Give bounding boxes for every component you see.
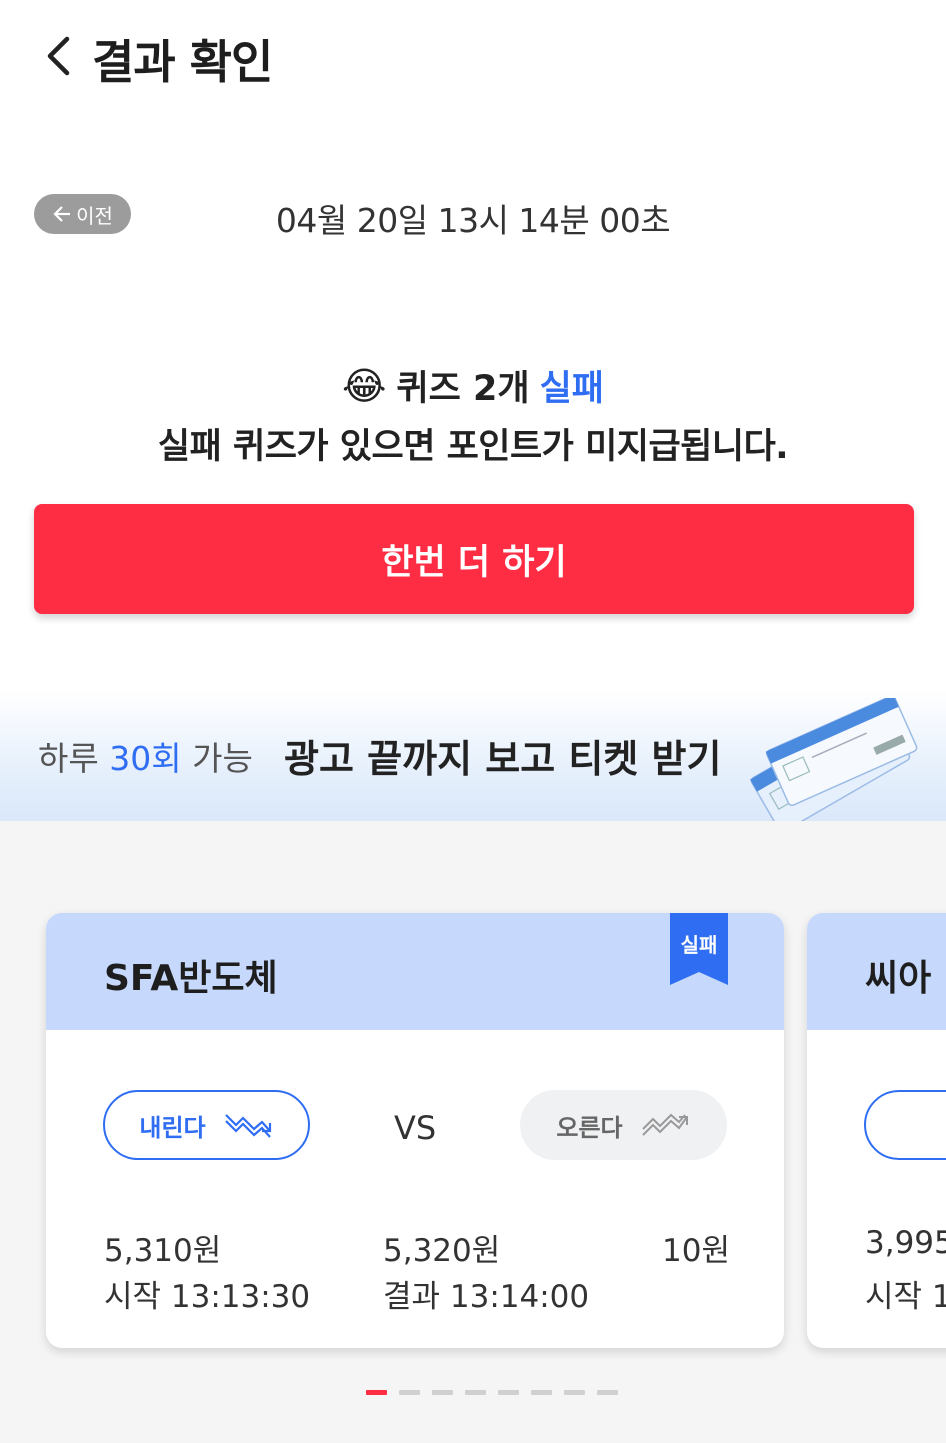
prediction-card: SFA반도체 실패 내린다 VS 오른다 5,310원 시작 13:13:30 … <box>46 913 784 1348</box>
price-diff: 10원 <box>662 1233 730 1269</box>
vs-label: VS <box>394 1109 437 1147</box>
up-choice-button[interactable]: 오른다 <box>520 1090 727 1160</box>
page-title: 결과 확인 <box>92 35 273 89</box>
result-price: 5,320원 <box>383 1233 501 1269</box>
down-choice-button[interactable]: 내린다 <box>103 1090 310 1160</box>
result-timestamp: 04월 20일 13시 14분 00초 <box>275 201 671 240</box>
laughing-tears-emoji-icon: 😂 <box>342 363 387 408</box>
chevron-left-icon <box>47 36 70 76</box>
point-notice: 실패 퀴즈가 있으면 포인트가 미지급됩니다. <box>157 427 789 467</box>
pager-dot[interactable] <box>432 1390 453 1395</box>
start-time: 시작 13:13:30 <box>104 1279 311 1315</box>
up-choice-label: 오른다 <box>556 1113 623 1142</box>
top-bar: 결과 확인 <box>0 0 946 120</box>
start-price: 3,995 <box>865 1225 946 1261</box>
pager-dot[interactable] <box>597 1390 618 1395</box>
ticket-icon <box>750 698 918 821</box>
pager-dot[interactable] <box>366 1390 387 1395</box>
start-price: 5,310원 <box>104 1233 222 1269</box>
fail-badge: 실패 <box>670 913 728 985</box>
ad-limit-text: 하루 30회 가능 <box>38 732 253 780</box>
ad-sub-prefix: 하루 <box>38 739 99 778</box>
card-header: 씨아 <box>807 913 946 1030</box>
result-time: 결과 13:14:00 <box>383 1279 590 1315</box>
pager-dot[interactable] <box>531 1390 552 1395</box>
ad-count: 30회 <box>109 739 182 778</box>
trend-up-icon <box>641 1113 688 1136</box>
prediction-card-carousel[interactable]: SFA반도체 실패 내린다 VS 오른다 5,310원 시작 13:13:30 … <box>0 821 946 1443</box>
carousel-pager <box>366 1390 618 1395</box>
trend-down-icon <box>224 1114 271 1138</box>
down-choice-label: 내린다 <box>139 1113 206 1142</box>
pager-dot[interactable] <box>465 1390 486 1395</box>
pager-dot[interactable] <box>564 1390 585 1395</box>
pager-dot[interactable] <box>498 1390 519 1395</box>
pager-dot[interactable] <box>399 1390 420 1395</box>
quiz-status: 실패 <box>539 369 604 409</box>
ad-ticket-banner[interactable]: 하루 30회 가능 광고 끝까지 보고 티켓 받기 <box>0 690 946 821</box>
down-choice-button[interactable]: 내린 <box>864 1090 946 1160</box>
ad-sub-suffix: 가능 <box>192 739 253 778</box>
quiz-result-line: 😂 퀴즈 2개 실패 <box>0 360 946 411</box>
back-button[interactable] <box>36 30 80 82</box>
prediction-card: 씨아 내린 3,995 시작 1 <box>807 913 946 1348</box>
start-time: 시작 1 <box>865 1279 946 1315</box>
stock-name: SFA반도체 <box>104 958 278 999</box>
retry-button[interactable]: 한번 더 하기 <box>34 504 914 614</box>
stock-name: 씨아 <box>865 958 932 999</box>
ad-main-text: 광고 끝까지 보고 티켓 받기 <box>284 737 722 781</box>
card-header: SFA반도체 실패 <box>46 913 784 1030</box>
quiz-count-label: 퀴즈 2개 <box>396 369 530 409</box>
